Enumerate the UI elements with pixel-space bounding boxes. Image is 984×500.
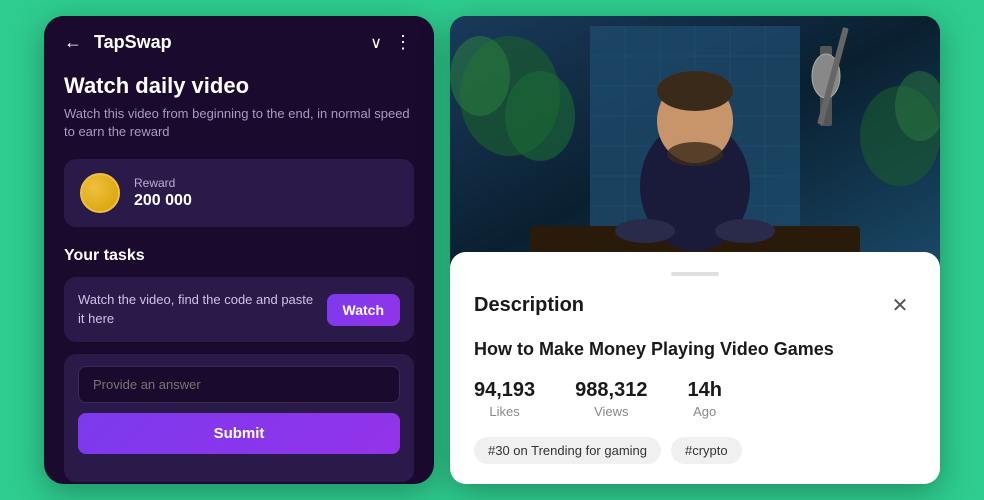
video-title: How to Make Money Playing Video Games <box>474 338 916 361</box>
tasks-title: Your tasks <box>64 247 414 265</box>
reward-label: Reward <box>134 176 192 190</box>
reward-amount: 200 000 <box>134 192 192 210</box>
reward-card: Reward 200 000 <box>64 159 414 227</box>
description-title: Description <box>474 294 584 317</box>
answer-input[interactable] <box>78 366 400 403</box>
reward-info: Reward 200 000 <box>134 176 192 210</box>
submit-button[interactable]: Submit <box>78 413 400 454</box>
description-header: Description ✕ <box>474 290 916 322</box>
header-right: ∨ ⋮ <box>370 32 414 53</box>
stat-views-value: 988,312 <box>575 379 647 402</box>
watch-button[interactable]: Watch <box>327 294 400 326</box>
drag-handle <box>671 272 719 276</box>
page-subtitle: Watch this video from beginning to the e… <box>64 105 414 141</box>
app-title: TapSwap <box>94 32 172 53</box>
tag-trending: #30 on Trending for gaming <box>474 437 661 464</box>
task-card: Watch the video, find the code and paste… <box>64 277 414 341</box>
app-content: Watch daily video Watch this video from … <box>44 65 434 484</box>
task-answer-area: Submit <box>64 354 414 482</box>
right-panel: Description ✕ How to Make Money Playing … <box>450 16 940 484</box>
stat-likes-label: Likes <box>489 404 519 419</box>
close-button[interactable]: ✕ <box>884 290 916 322</box>
back-button[interactable]: ← <box>64 32 82 53</box>
stat-views: 988,312 Views <box>575 379 647 419</box>
stat-likes: 94,193 Likes <box>474 379 535 419</box>
stat-ago-value: 14h <box>687 379 721 402</box>
description-panel: Description ✕ How to Make Money Playing … <box>450 252 940 484</box>
app-header: ← TapSwap ∨ ⋮ <box>44 16 434 65</box>
video-background <box>450 16 940 268</box>
chevron-down-icon[interactable]: ∨ <box>370 33 382 53</box>
stat-ago-label: Ago <box>693 404 716 419</box>
page-title: Watch daily video <box>64 73 414 99</box>
mobile-app: ← TapSwap ∨ ⋮ Watch daily video Watch th… <box>44 16 434 484</box>
header-left: ← TapSwap <box>64 32 172 53</box>
stat-views-label: Views <box>594 404 628 419</box>
menu-icon[interactable]: ⋮ <box>394 32 414 53</box>
coin-icon <box>80 173 120 213</box>
stat-ago: 14h Ago <box>687 379 721 419</box>
video-area <box>450 16 940 268</box>
task-description: Watch the video, find the code and paste… <box>78 291 317 327</box>
tag-crypto: #crypto <box>671 437 742 464</box>
stats-row: 94,193 Likes 988,312 Views 14h Ago <box>474 379 916 419</box>
stat-likes-value: 94,193 <box>474 379 535 402</box>
tags-row: #30 on Trending for gaming #crypto <box>474 437 916 464</box>
